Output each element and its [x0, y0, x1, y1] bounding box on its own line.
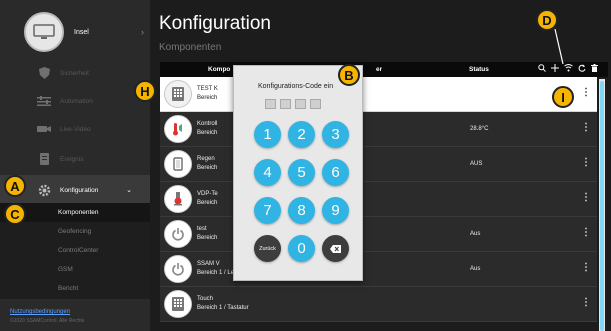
code-digit-slot [310, 99, 321, 109]
page-subtitle: Komponenten [159, 42, 222, 53]
device-selector[interactable]: Insel › [24, 10, 148, 54]
callout-pointer [554, 28, 564, 65]
power-icon [164, 220, 192, 248]
keypad-icon [164, 290, 192, 318]
scrollbar-thumb[interactable] [600, 81, 604, 331]
submenu-gsm[interactable]: GSM [0, 260, 150, 279]
more-menu-icon[interactable]: ⋮ [581, 157, 591, 168]
key-9[interactable]: 9 [322, 197, 349, 224]
submenu-controlcenter[interactable]: ControlCenter [0, 241, 150, 260]
more-menu-icon[interactable]: ⋮ [581, 297, 591, 308]
row-status: Aus [470, 231, 481, 237]
door-contact-icon [164, 150, 192, 178]
header-partial[interactable]: er [376, 66, 382, 73]
signal-icon[interactable] [564, 64, 573, 72]
monitor-icon [24, 12, 64, 52]
table-row[interactable]: SSAM VBereich 1 / Leistungs Schaltaktor … [160, 252, 597, 287]
callout-badge-h: H [134, 80, 156, 102]
more-menu-icon[interactable]: ⋮ [581, 122, 591, 133]
key-8[interactable]: 8 [288, 197, 315, 224]
key-1[interactable]: 1 [254, 121, 281, 148]
callout-badge-c: C [4, 203, 26, 225]
sidebar: Insel › Sicherheit Automation Live-Video… [0, 0, 150, 331]
key-7[interactable]: 7 [254, 197, 281, 224]
code-display [265, 99, 321, 109]
nav-label: Ereignis [60, 155, 84, 163]
callout-badge-i: I [552, 86, 574, 108]
nav-label: Konfiguration [60, 186, 99, 194]
more-menu-icon[interactable]: ⋮ [581, 192, 591, 203]
scrollbar[interactable] [599, 79, 605, 331]
table-row[interactable]: Kontroll Bereich 28.8°C ⋮ [160, 112, 597, 147]
copyright-text: ©2020 SSAMControl. Alle Rechte [10, 318, 85, 324]
power-icon [164, 255, 192, 283]
backspace-icon [330, 244, 341, 253]
shield-icon [34, 67, 54, 79]
search-icon[interactable] [538, 64, 546, 72]
nav-label: Live-Video [60, 125, 91, 133]
nav-ereignis[interactable]: Ereignis [0, 144, 150, 174]
camera-icon [34, 124, 54, 134]
sliders-icon [34, 96, 54, 106]
submenu-bericht[interactable]: Bericht [0, 279, 150, 298]
table-row[interactable]: VDP-Te Bereich ⋮ [160, 182, 597, 217]
page-title: Konfiguration [159, 13, 271, 34]
chevron-down-icon: ⌄ [126, 187, 132, 194]
row-status: 28.8°C [470, 126, 489, 132]
nav-live-video[interactable]: Live-Video [0, 114, 150, 144]
row-status: Aus [470, 266, 481, 272]
sensor-icon [164, 185, 192, 213]
key-0[interactable]: 0 [288, 235, 315, 262]
delete-button[interactable] [322, 235, 349, 262]
main-content: Konfiguration Komponenten Kompo er Statu… [150, 0, 611, 331]
table-row[interactable]: Regen Bereich AUS ⋮ [160, 147, 597, 182]
header-status[interactable]: Status [469, 66, 489, 73]
key-6[interactable]: 6 [322, 159, 349, 186]
nav-sicherheit[interactable]: Sicherheit [0, 58, 150, 88]
more-menu-icon[interactable]: ⋮ [581, 262, 591, 273]
keypad-icon [164, 80, 192, 108]
nav-automation[interactable]: Automation [0, 86, 150, 116]
terms-link[interactable]: Nutzungsbedingungen [10, 309, 70, 315]
more-menu-icon[interactable]: ⋮ [581, 87, 591, 98]
key-3[interactable]: 3 [322, 121, 349, 148]
toolbar [538, 64, 598, 72]
dialog-title: Konfigurations-Code ein [258, 83, 334, 90]
device-name: Insel [74, 28, 89, 36]
more-menu-icon[interactable]: ⋮ [581, 227, 591, 238]
refresh-icon[interactable] [578, 64, 586, 72]
code-digit-slot [265, 99, 276, 109]
submenu-geofencing[interactable]: Geofencing [0, 222, 150, 241]
table-row[interactable]: test Bereich Aus ⋮ [160, 217, 597, 252]
key-5[interactable]: 5 [288, 159, 315, 186]
trash-icon[interactable] [591, 64, 598, 72]
code-digit-slot [295, 99, 306, 109]
chevron-right-icon: › [141, 27, 144, 37]
table-row[interactable]: Touch Bereich 1 / Tastatur ⋮ [160, 287, 597, 322]
gear-icon [34, 184, 54, 197]
code-digit-slot [280, 99, 291, 109]
row-text: Touch Bereich 1 / Tastatur [197, 296, 249, 311]
callout-badge-b: B [338, 64, 360, 86]
header-komponente[interactable]: Kompo [208, 66, 230, 73]
back-button[interactable]: Zurück [254, 235, 281, 262]
list-icon [34, 153, 54, 165]
table-row[interactable]: TEST K Bereich ⋮ [160, 77, 597, 112]
nav-label: Sicherheit [60, 69, 89, 77]
table-header: Kompo er Status [160, 62, 608, 77]
key-2[interactable]: 2 [288, 121, 315, 148]
component-list: TEST K Bereich ⋮ Kontroll Bereich 28.8°C ⋮… [160, 77, 597, 322]
callout-badge-a: A [4, 175, 26, 197]
row-status: AUS [470, 161, 483, 167]
thermometer-icon [164, 115, 192, 143]
key-4[interactable]: 4 [254, 159, 281, 186]
code-entry-dialog: Konfigurations-Code ein 1 2 3 4 5 6 7 8 … [233, 65, 363, 281]
